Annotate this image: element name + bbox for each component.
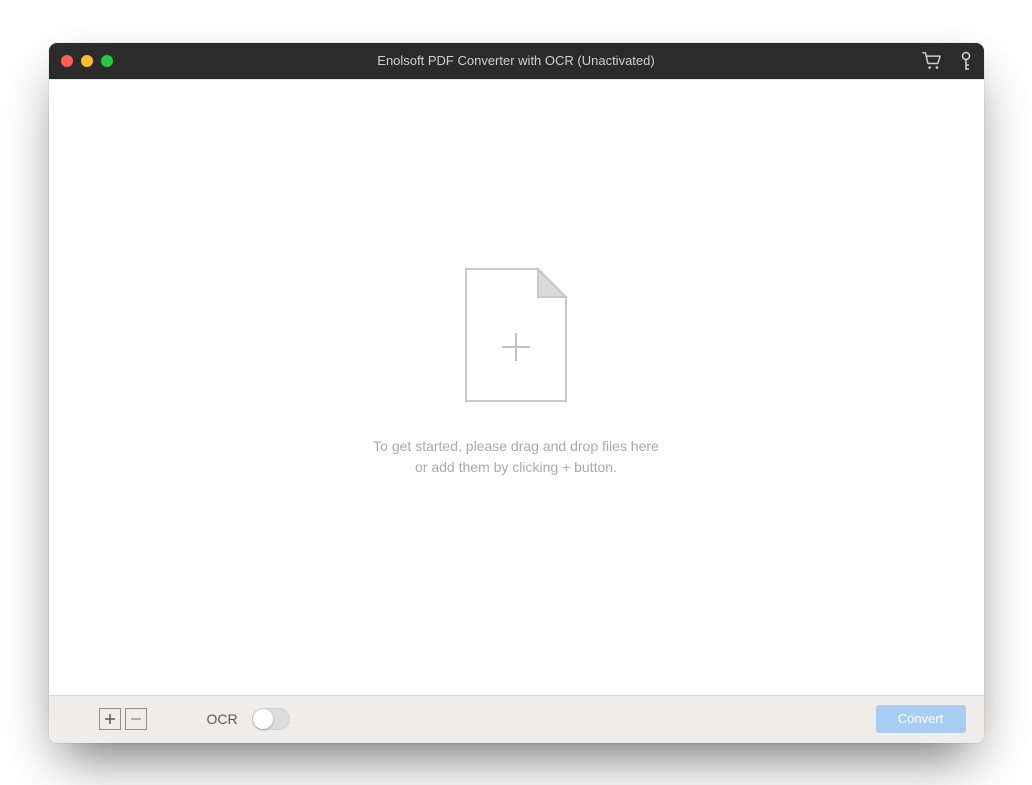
cart-icon[interactable] <box>922 52 942 70</box>
maximize-window-button[interactable] <box>101 55 113 67</box>
window-title: Enolsoft PDF Converter with OCR (Unactiv… <box>49 53 984 68</box>
ocr-label: OCR <box>207 711 238 727</box>
minimize-window-button[interactable] <box>81 55 93 67</box>
key-icon[interactable] <box>960 51 972 71</box>
titlebar-actions <box>922 51 972 71</box>
remove-file-button[interactable] <box>125 708 147 730</box>
close-window-button[interactable] <box>61 55 73 67</box>
bottom-toolbar: OCR Convert <box>49 695 984 743</box>
app-window: Enolsoft PDF Converter with OCR (Unactiv… <box>49 43 984 743</box>
traffic-lights <box>61 55 113 67</box>
empty-state: To get started, please drag and drop fil… <box>373 267 659 478</box>
add-remove-group <box>99 708 147 730</box>
add-file-icon <box>464 267 568 408</box>
empty-state-line1: To get started, please drag and drop fil… <box>373 436 659 457</box>
main-drop-zone[interactable]: To get started, please drag and drop fil… <box>49 79 984 695</box>
empty-state-text: To get started, please drag and drop fil… <box>373 436 659 478</box>
ocr-toggle[interactable] <box>252 708 290 730</box>
ocr-toggle-knob <box>253 709 273 729</box>
titlebar: Enolsoft PDF Converter with OCR (Unactiv… <box>49 43 984 79</box>
empty-state-line2: or add them by clicking + button. <box>373 457 659 478</box>
convert-button[interactable]: Convert <box>876 705 966 733</box>
add-file-button[interactable] <box>99 708 121 730</box>
